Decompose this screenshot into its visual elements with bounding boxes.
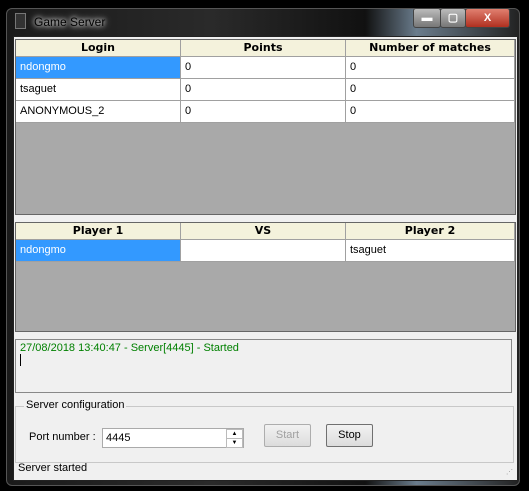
- column-header-player1[interactable]: Player 1: [16, 223, 181, 239]
- players-grid[interactable]: Login Points Number of matches ndongmo 0…: [15, 39, 516, 215]
- client-area: Login Points Number of matches ndongmo 0…: [13, 36, 518, 481]
- server-config-group: Server configuration Port number : 4445 …: [15, 399, 514, 463]
- matches-grid[interactable]: Player 1 VS Player 2 ndongmo tsaguet: [15, 222, 516, 332]
- cell-login[interactable]: tsaguet: [16, 79, 181, 100]
- cell-points[interactable]: 0: [181, 79, 346, 100]
- start-button[interactable]: Start: [264, 424, 311, 447]
- table-row[interactable]: ANONYMOUS_2 0 0: [16, 101, 515, 123]
- window-title: Game Server: [34, 15, 106, 29]
- column-header-points[interactable]: Points: [181, 40, 346, 56]
- resize-grip-icon[interactable]: ⋰: [506, 469, 514, 477]
- text-caret: [20, 354, 21, 366]
- port-number-stepper[interactable]: 4445 ▲ ▼: [102, 428, 244, 448]
- column-header-vs[interactable]: VS: [181, 223, 346, 239]
- cell-player1[interactable]: ndongmo: [16, 240, 181, 261]
- cell-matches[interactable]: 0: [346, 57, 515, 78]
- table-row[interactable]: tsaguet 0 0: [16, 79, 515, 101]
- minimize-button[interactable]: ▬: [413, 8, 441, 28]
- table-row[interactable]: ndongmo 0 0: [16, 57, 515, 79]
- matches-header: Player 1 VS Player 2: [16, 223, 515, 240]
- spin-down-icon[interactable]: ▼: [226, 438, 243, 448]
- maximize-button[interactable]: ▢: [440, 8, 466, 28]
- cell-player2[interactable]: tsaguet: [346, 240, 515, 261]
- log-line: 27/08/2018 13:40:47 - Server[4445] - Sta…: [20, 342, 239, 354]
- log-textbox[interactable]: 27/08/2018 13:40:47 - Server[4445] - Sta…: [15, 339, 512, 393]
- column-header-login[interactable]: Login: [16, 40, 181, 56]
- cell-vs[interactable]: [181, 240, 346, 261]
- port-label: Port number :: [29, 431, 96, 443]
- cell-matches[interactable]: 0: [346, 101, 515, 122]
- table-row[interactable]: ndongmo tsaguet: [16, 240, 515, 262]
- column-header-matches[interactable]: Number of matches: [346, 40, 515, 56]
- status-bar-text: Server started: [18, 462, 88, 474]
- cell-points[interactable]: 0: [181, 101, 346, 122]
- port-input[interactable]: 4445: [106, 432, 130, 444]
- cell-login[interactable]: ANONYMOUS_2: [16, 101, 181, 122]
- column-header-player2[interactable]: Player 2: [346, 223, 515, 239]
- group-label: Server configuration: [24, 399, 127, 411]
- close-button[interactable]: X: [465, 8, 510, 28]
- cell-points[interactable]: 0: [181, 57, 346, 78]
- players-header: Login Points Number of matches: [16, 40, 515, 57]
- stop-button[interactable]: Stop: [326, 424, 373, 447]
- app-icon: [15, 13, 26, 29]
- cell-matches[interactable]: 0: [346, 79, 515, 100]
- cell-login[interactable]: ndongmo: [16, 57, 181, 78]
